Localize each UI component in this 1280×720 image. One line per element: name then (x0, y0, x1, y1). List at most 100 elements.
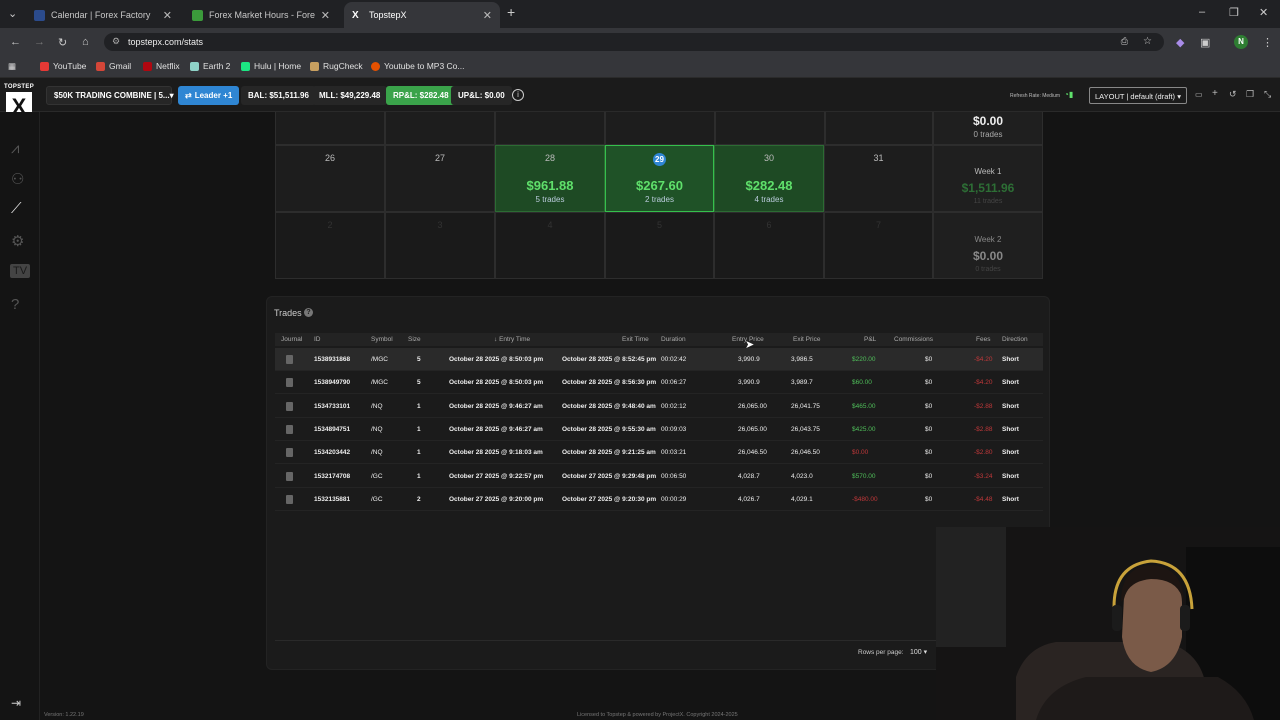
journal-note-icon[interactable] (286, 378, 293, 388)
forward-icon[interactable]: → (34, 36, 45, 48)
extensions-puzzle-icon[interactable]: ▣ (1200, 36, 1210, 49)
close-window-icon[interactable]: ✕ (1259, 6, 1268, 19)
tab-title: TopstepX (369, 10, 407, 20)
help-icon[interactable]: ? (11, 296, 19, 313)
col-fees[interactable]: Fees (976, 336, 990, 343)
table-row[interactable]: 1534894751/NQ 1 October 28 2025 @ 9:46:27 … (275, 418, 1043, 441)
chart-icon[interactable]: ⩘ (11, 140, 19, 157)
tab-forex-factory[interactable]: Calendar | Forex Factory ✕ (26, 2, 180, 28)
back-icon[interactable]: ← (10, 36, 21, 48)
col-entry-time[interactable]: ↓ Entry Time (494, 336, 530, 343)
day-cell-31[interactable]: 31 (824, 145, 933, 212)
save-layout-icon[interactable]: ▭ (1195, 90, 1203, 99)
day-cell-28[interactable]: 28 $961.88 5 trades (495, 145, 605, 212)
col-pnl[interactable]: P&L (864, 336, 876, 343)
journal-note-icon[interactable] (286, 401, 293, 411)
day-pnl: $267.60 (636, 178, 683, 193)
day-cell-30[interactable]: 30 $282.48 4 trades (714, 145, 824, 212)
tab-forex-market-hours[interactable]: Forex Market Hours - Forex Ma ✕ (184, 2, 338, 28)
day-cell-next[interactable]: 3 (385, 212, 495, 279)
undo-icon[interactable]: ↺ (1229, 89, 1237, 100)
community-icon[interactable]: ⚇ (11, 170, 24, 188)
account-select[interactable]: $50K TRADING COMBINE | 5... ▾ (46, 86, 174, 105)
realized-pnl-badge: RP&L: $282.48 (386, 86, 456, 105)
rows-per-page-select[interactable]: 100 ▾ (910, 648, 927, 656)
home-icon[interactable]: ⌂ (82, 36, 89, 48)
logout-icon[interactable]: ⇥ (11, 696, 21, 710)
balance-badge: BAL: $51,511.96 (241, 86, 316, 105)
day-cell-29[interactable]: 29 $267.60 2 trades (605, 145, 714, 212)
trade-entry-price: 4,028.7 (738, 472, 760, 480)
install-app-icon[interactable]: ⎙ (1121, 36, 1128, 47)
col-commissions[interactable]: Commissions (894, 336, 933, 343)
bookmark-star-icon[interactable]: ☆ (1143, 36, 1152, 47)
collapse-icon[interactable]: ⤡ (1264, 89, 1271, 100)
trades-help-icon[interactable]: ? (304, 308, 313, 317)
trade-id: 1532135881 (314, 495, 351, 503)
col-exit-time[interactable]: Exit Time (622, 336, 649, 343)
table-row[interactable]: 1538931868/MGC 5 October 28 2025 @ 8:50:03… (275, 348, 1043, 371)
apps-grid-icon[interactable]: ▦ (8, 61, 16, 72)
col-size[interactable]: Size (408, 336, 421, 343)
layout-select[interactable]: LAYOUT | default (draft) ▾ (1089, 87, 1187, 104)
extension-icon[interactable]: ◆ (1176, 36, 1184, 49)
day-cell-next[interactable]: 6 (714, 212, 824, 279)
table-row[interactable]: 1534733101/NQ 1 October 28 2025 @ 9:46:27 … (275, 395, 1043, 418)
tab-topstepx[interactable]: X TopstepX ✕ (344, 2, 500, 28)
add-layout-icon[interactable]: + (1212, 88, 1218, 99)
trade-entry-time: October 28 2025 @ 9:46:27 am (449, 402, 543, 410)
reload-icon[interactable]: ↻ (58, 36, 67, 49)
bookmark-rugcheck[interactable]: RugCheck (310, 61, 363, 71)
info-icon[interactable]: i (512, 89, 524, 101)
popout-icon[interactable]: ❐ (1246, 89, 1254, 100)
bookmark-youtube[interactable]: YouTube (40, 61, 86, 71)
day-trade-count: 5 trades (535, 195, 565, 204)
bookmark-hulu[interactable]: Hulu | Home (241, 61, 301, 71)
day-cell-26[interactable]: 26 (275, 145, 385, 212)
day-cell-next[interactable]: 4 (495, 212, 605, 279)
trade-entry-price: 26,046.50 (738, 449, 767, 457)
bookmark-gmail[interactable]: Gmail (96, 61, 131, 71)
trade-exit-time: October 28 2025 @ 9:21:25 am (562, 449, 656, 457)
minimize-icon[interactable]: – (1199, 6, 1205, 18)
bookmark-netflix[interactable]: Netflix (143, 61, 180, 71)
close-tab-icon[interactable]: ✕ (163, 9, 172, 22)
journal-note-icon[interactable] (286, 471, 293, 481)
journal-note-icon[interactable] (286, 448, 293, 458)
site-info-icon[interactable]: ⚙ (112, 36, 120, 47)
trade-symbol: /GC (371, 472, 383, 480)
bookmark-earth2[interactable]: Earth 2 (190, 61, 230, 71)
table-row[interactable]: 1538949790/MGC 5 October 28 2025 @ 8:50:03… (275, 371, 1043, 395)
col-id[interactable]: ID (314, 336, 321, 343)
maximize-icon[interactable]: ❐ (1229, 6, 1239, 19)
journal-note-icon[interactable] (286, 424, 293, 434)
new-tab-icon[interactable]: + (507, 4, 515, 20)
journal-note-icon[interactable] (286, 494, 293, 504)
col-symbol[interactable]: Symbol (371, 336, 393, 343)
table-row[interactable]: 1532135881/GC 2 October 27 2025 @ 9:20:00 … (275, 488, 1043, 511)
stats-icon[interactable]: ⟋ (11, 200, 22, 217)
close-tab-icon[interactable]: ✕ (483, 9, 492, 22)
tab-search-icon[interactable]: ⌄ (8, 7, 17, 20)
tv-icon[interactable]: TV (10, 264, 31, 278)
chevron-down-icon: ▾ (169, 91, 174, 100)
url-bar[interactable]: ⚙ topstepx.com/stats ⎙ ☆ (104, 33, 1164, 51)
trade-size: 2 (417, 495, 421, 503)
journal-note-icon[interactable] (286, 355, 293, 364)
day-cell-next[interactable]: 2 (275, 212, 385, 279)
day-cell-27[interactable]: 27 (385, 145, 495, 212)
col-direction[interactable]: Direction (1002, 336, 1028, 343)
settings-gear-icon[interactable]: ⚙ (11, 232, 24, 250)
col-journal[interactable]: Journal (281, 336, 302, 343)
day-cell-next[interactable]: 5 (605, 212, 714, 279)
day-cell-next[interactable]: 7 (824, 212, 933, 279)
close-tab-icon[interactable]: ✕ (321, 9, 330, 22)
table-row[interactable]: 1532174708/GC 1 October 27 2025 @ 9:22:57 … (275, 465, 1043, 488)
col-duration[interactable]: Duration (661, 336, 686, 343)
leader-button[interactable]: ⇄ Leader +1 (178, 86, 240, 105)
col-exit-price[interactable]: Exit Price (793, 336, 820, 343)
browser-menu-icon[interactable]: ⋮ (1262, 36, 1273, 49)
table-row[interactable]: 1534203442/NQ 1 October 28 2025 @ 9:18:03 … (275, 441, 1043, 465)
profile-avatar[interactable]: N (1234, 35, 1248, 49)
bookmark-youtube-mp3[interactable]: Youtube to MP3 Co... (371, 61, 465, 71)
